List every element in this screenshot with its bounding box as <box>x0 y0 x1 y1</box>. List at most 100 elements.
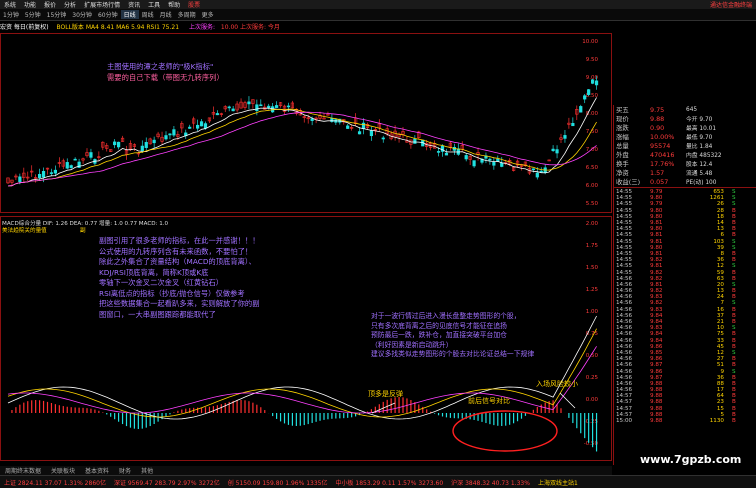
tick-price: 9.83 <box>650 325 663 332</box>
ma-line <box>7 97 597 187</box>
candle-body <box>41 171 46 178</box>
candle-body <box>188 126 192 129</box>
quote-extra: PE(动) 100 <box>686 180 717 186</box>
tick-price: 9.80 <box>650 244 663 251</box>
status-index-0: 上证 2824.11 37.07 1.31% 2860亿 <box>4 479 106 487</box>
period-tab-0[interactable]: 1分钟 <box>0 10 22 19</box>
tick-volume: 13 <box>716 288 724 295</box>
tick-volume: 21 <box>716 319 724 326</box>
tick-price: 9.88 <box>650 399 663 406</box>
tick-time: 14:56 <box>616 312 633 319</box>
tick-side: S <box>732 325 736 332</box>
tick-time: 14:56 <box>616 368 633 375</box>
quote-key: 外盘 <box>616 151 629 159</box>
candle-body <box>381 137 385 140</box>
candle-body <box>227 106 231 109</box>
candle-body <box>535 172 539 178</box>
tick-volume: 88 <box>716 380 724 387</box>
tick-list[interactable]: 14:55 9.79 653 S 14:55 9.80 1261 S 14:55 9.79 26 S 1… <box>614 189 756 424</box>
period-tab-1[interactable]: 5分钟 <box>22 10 44 19</box>
candle-body <box>168 133 172 136</box>
candle-body <box>215 113 219 116</box>
bottom-tab-1[interactable]: 关联板块 <box>46 466 80 475</box>
tick-row: 14:56 9.83 10 S <box>614 325 756 331</box>
menu-item-0[interactable]: 系统 <box>0 0 20 9</box>
tick-volume: 18 <box>716 213 724 220</box>
period-tab-7[interactable]: 月线 <box>157 10 175 19</box>
quote-row: 涨幅 10.00% 最低 9.70 <box>614 132 756 142</box>
tick-row: 14:56 9.84 75 B <box>614 331 756 337</box>
menu-item-6[interactable]: 工具 <box>144 0 164 9</box>
tick-time: 14:56 <box>616 331 633 338</box>
tick-volume: 15 <box>716 405 724 412</box>
menu-item-4[interactable]: 扩展市场行情 <box>80 0 124 9</box>
menu-item-5[interactable]: 资讯 <box>124 0 144 9</box>
tick-row: 14:56 9.86 45 B <box>614 344 756 350</box>
tick-side: B <box>732 374 736 381</box>
tick-side: B <box>732 250 736 257</box>
tick-row: 14:55 9.82 59 B <box>614 269 756 276</box>
menu-item-7[interactable]: 帮助 <box>164 0 184 9</box>
tick-volume: 37 <box>716 312 724 319</box>
candle-body <box>196 124 200 129</box>
ma-line <box>7 111 597 187</box>
candle-body <box>231 108 235 112</box>
tick-row: 14:56 9.88 88 B <box>614 381 756 387</box>
mid-note-line: 把这些数据集合一起看趴多来，实则解放了你的副 <box>99 299 260 308</box>
candle-body <box>594 80 599 86</box>
bottom-tab-4[interactable]: 其他 <box>136 466 158 475</box>
label-entry: 入场风险较小 <box>536 380 578 388</box>
tick-row: 14:57 9.88 23 B <box>614 399 756 405</box>
bottom-tab-2[interactable]: 基本资料 <box>80 466 114 475</box>
tick-price: 9.86 <box>650 343 663 350</box>
candle-body <box>590 79 595 84</box>
period-tab-3[interactable]: 30分钟 <box>69 10 95 19</box>
bottom-tab-3[interactable]: 财务 <box>114 466 136 475</box>
period-tab-4[interactable]: 60分钟 <box>95 10 121 19</box>
period-tab-5[interactable]: 日线 <box>120 10 139 19</box>
main-axis-label: 6.00 <box>586 183 599 189</box>
candle-body <box>49 172 54 174</box>
mid-note-line: 图窗口，一大串副图跟踪都能取代了 <box>99 309 216 319</box>
candle-body <box>579 106 583 113</box>
candle-body <box>488 158 492 161</box>
bottom-tab-0[interactable]: 周期终末数据 <box>0 466 46 475</box>
tick-volume: 1130 <box>709 418 724 425</box>
candle-body <box>464 155 468 160</box>
quote-row: 买五 9.75 645 <box>614 105 756 115</box>
sub-axis-label: 1.25 <box>586 287 599 293</box>
menu-item-1[interactable]: 功能 <box>20 0 40 9</box>
sub-axis-label: 1.50 <box>586 265 599 271</box>
tick-volume: 653 <box>713 189 724 196</box>
tick-row: 14:55 9.80 13 B <box>614 226 756 232</box>
period-tab-2[interactable]: 15分钟 <box>44 10 70 19</box>
candle-body <box>361 122 366 129</box>
tick-side: B <box>732 226 736 233</box>
tick-side: S <box>732 300 736 307</box>
mid-note-line: 零轴下一次金叉二次金叉（红黄钻石） <box>99 278 224 287</box>
period-tab-8[interactable]: 多周期 <box>175 10 199 19</box>
candle-body <box>203 123 208 129</box>
tick-time: 14:55 <box>616 244 633 251</box>
tick-row: 14:56 9.86 9 S <box>614 368 756 375</box>
tick-price: 9.83 <box>650 294 663 301</box>
mid-note-line: RSI离低点的指标（抄底/抛仓信号）仅做参考 <box>99 288 245 298</box>
site-watermark: www.7gpzb.com <box>640 453 742 466</box>
tick-row: 14:56 9.84 37 B <box>614 313 756 319</box>
mid-annotation: 副图引用了很多老师的指标，在此一并感谢！！！ 公式使用的九转序列含有未来函数，不要… <box>99 236 329 320</box>
menu-item-2[interactable]: 报价 <box>40 0 60 9</box>
candle-body <box>539 170 543 173</box>
menu-item-8[interactable]: 股票 <box>184 0 204 9</box>
highlight-ellipse <box>452 410 558 452</box>
tick-side: B <box>732 331 736 338</box>
tick-side: B <box>732 411 736 418</box>
period-tab-6[interactable]: 周线 <box>139 10 157 19</box>
quote-value: 0.057 <box>650 177 669 186</box>
tick-row: 14:56 9.88 17 B <box>614 387 756 393</box>
tick-volume: 51 <box>716 362 724 369</box>
period-tab-9[interactable]: 更多 <box>199 10 217 19</box>
quote-extra: 645 <box>686 106 698 113</box>
menu-item-3[interactable]: 分析 <box>60 0 80 9</box>
tick-time: 14:56 <box>616 275 633 282</box>
tick-side: B <box>732 356 736 363</box>
